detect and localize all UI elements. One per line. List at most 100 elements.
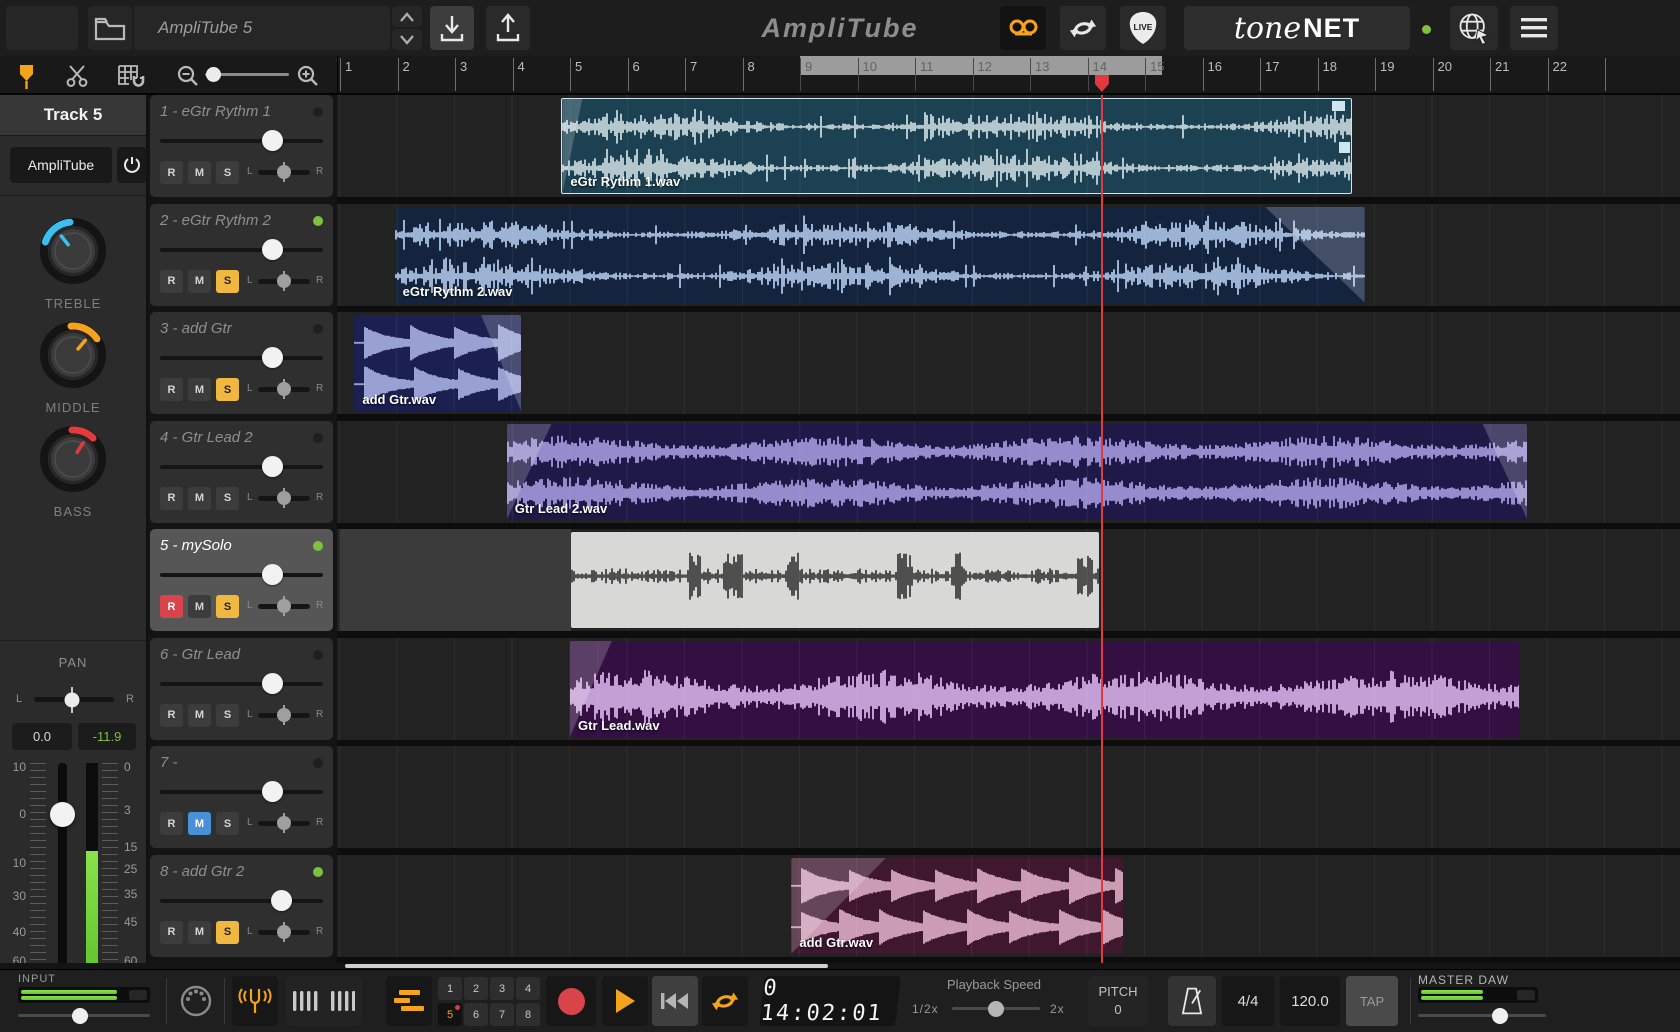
browser-toggle-button[interactable] bbox=[6, 6, 78, 50]
track-volume-slider[interactable] bbox=[160, 790, 323, 794]
track-record-arm-button[interactable]: R bbox=[160, 270, 183, 293]
audio-clip[interactable]: eGtr Rythm 1.wav bbox=[561, 98, 1352, 194]
preset-prev-button[interactable] bbox=[392, 6, 422, 27]
clip-loop-handle[interactable] bbox=[1332, 101, 1345, 111]
export-button[interactable] bbox=[486, 6, 530, 50]
import-button[interactable] bbox=[430, 6, 474, 50]
track-record-arm-button[interactable]: R bbox=[160, 812, 183, 835]
playhead-marker[interactable] bbox=[1095, 75, 1109, 92]
track-header-row[interactable]: 5 - mySolo R M S L R bbox=[150, 529, 333, 631]
tempo-button[interactable]: 120.0 bbox=[1280, 976, 1340, 1026]
track-select-cell[interactable]: 1 bbox=[438, 977, 462, 1000]
track-volume-knob[interactable] bbox=[271, 890, 292, 911]
track-header-row[interactable]: 7 - R M S L R bbox=[150, 746, 333, 848]
bass-knob[interactable]: BASS bbox=[0, 421, 146, 519]
zoom-in-button[interactable] bbox=[296, 64, 320, 93]
audio-clip[interactable]: add Gtr.wav bbox=[791, 858, 1123, 954]
track-solo-button[interactable]: S bbox=[216, 161, 239, 184]
track-mute-button[interactable]: M bbox=[188, 378, 211, 401]
plugin-power-button[interactable] bbox=[117, 147, 147, 183]
track-select-cell[interactable]: 8 bbox=[516, 1003, 540, 1026]
track-solo-button[interactable]: S bbox=[216, 487, 239, 510]
track-pan-knob[interactable] bbox=[277, 274, 291, 288]
input-level-slider-knob[interactable] bbox=[72, 1008, 88, 1024]
track-volume-slider[interactable] bbox=[160, 573, 323, 577]
tap-tempo-button[interactable]: TAP bbox=[1346, 976, 1398, 1026]
track-pan-knob[interactable] bbox=[277, 491, 291, 505]
amplitube-plugin-button[interactable]: AmpliTube bbox=[10, 147, 112, 183]
track-mute-button[interactable]: M bbox=[188, 270, 211, 293]
pan-slider-knob[interactable] bbox=[63, 687, 81, 713]
track-solo-button[interactable]: S bbox=[216, 704, 239, 727]
audio-clip[interactable]: Gtr Lead.wav bbox=[570, 641, 1519, 737]
audio-clip[interactable]: eGtr Rythm 2.wav bbox=[395, 207, 1365, 303]
timeline-lanes[interactable]: eGtr Rythm 1.wav eGtr Rythm 2.wav add Gt… bbox=[337, 95, 1680, 963]
track-mute-button[interactable]: M bbox=[188, 161, 211, 184]
track-volume-knob[interactable] bbox=[262, 781, 283, 802]
preset-name-field[interactable]: AmpliTube 5 bbox=[134, 6, 390, 50]
track-volume-knob[interactable] bbox=[262, 564, 283, 585]
rewind-button[interactable] bbox=[652, 976, 698, 1026]
audio-clip[interactable]: add Gtr.wav bbox=[354, 315, 521, 411]
playback-speed-knob[interactable] bbox=[988, 1001, 1004, 1017]
track-solo-button[interactable]: S bbox=[216, 812, 239, 835]
track-volume-slider[interactable] bbox=[160, 139, 323, 143]
split-tool-button[interactable] bbox=[64, 63, 90, 94]
live-mode-button[interactable]: LIVE bbox=[1120, 6, 1166, 50]
keyboard-view-button[interactable] bbox=[286, 976, 362, 1026]
audio-clip[interactable]: Gtr Lead 2.wav bbox=[507, 424, 1528, 520]
loop-playback-button[interactable] bbox=[702, 976, 748, 1026]
track-solo-button[interactable]: S bbox=[216, 595, 239, 618]
track-header-row[interactable]: 2 - eGtr Rythm 2 R M S L R bbox=[150, 204, 333, 306]
pan-value-display[interactable]: 0.0 bbox=[12, 723, 72, 750]
track-mute-button[interactable]: M bbox=[188, 812, 211, 835]
track-volume-slider[interactable] bbox=[160, 465, 323, 469]
track-select-cell[interactable]: 2 bbox=[464, 977, 488, 1000]
menu-button[interactable] bbox=[1510, 6, 1558, 50]
track-pan-knob[interactable] bbox=[277, 708, 291, 722]
track-record-arm-button[interactable]: R bbox=[160, 921, 183, 944]
track-pan-knob[interactable] bbox=[277, 816, 291, 830]
track-solo-button[interactable]: S bbox=[216, 270, 239, 293]
track-mute-button[interactable]: M bbox=[188, 595, 211, 618]
zoom-out-button[interactable] bbox=[176, 64, 200, 93]
track-select-cell[interactable]: 7 bbox=[490, 1003, 514, 1026]
track-volume-knob[interactable] bbox=[262, 456, 283, 477]
track-volume-slider[interactable] bbox=[160, 682, 323, 686]
track-solo-button[interactable]: S bbox=[216, 921, 239, 944]
midi-button[interactable] bbox=[178, 983, 214, 1024]
recorder-toggle-button[interactable] bbox=[1000, 6, 1046, 50]
level-value-display[interactable]: -11.9 bbox=[78, 723, 136, 750]
pitch-control[interactable]: PITCH 0 bbox=[1088, 976, 1148, 1026]
timeline-ruler[interactable]: 12345678910111213141516171819202122 bbox=[337, 56, 1680, 93]
track-record-arm-button[interactable]: R bbox=[160, 161, 183, 184]
treble-knob[interactable]: TREBLE bbox=[0, 213, 146, 311]
track-volume-knob[interactable] bbox=[262, 239, 283, 260]
track-volume-knob[interactable] bbox=[262, 347, 283, 368]
time-signature-button[interactable]: 4/4 bbox=[1222, 976, 1274, 1026]
master-volume-slider-knob[interactable] bbox=[1492, 1008, 1508, 1024]
volume-fader-knob[interactable] bbox=[50, 802, 75, 827]
track-volume-slider[interactable] bbox=[160, 356, 323, 360]
volume-fader[interactable] bbox=[58, 763, 67, 975]
network-button[interactable] bbox=[1450, 6, 1498, 50]
track-volume-knob[interactable] bbox=[262, 130, 283, 151]
metronome-button[interactable] bbox=[1168, 976, 1216, 1026]
track-record-arm-button[interactable]: R bbox=[160, 378, 183, 401]
play-button[interactable] bbox=[602, 976, 648, 1026]
track-header-row[interactable]: 6 - Gtr Lead R M S L R bbox=[150, 638, 333, 740]
horizontal-scrollbar-thumb[interactable] bbox=[345, 964, 828, 968]
marker-tool-button[interactable] bbox=[16, 62, 38, 95]
track-record-arm-button[interactable]: R bbox=[160, 595, 183, 618]
track-volume-slider[interactable] bbox=[160, 899, 323, 903]
track-solo-button[interactable]: S bbox=[216, 378, 239, 401]
track-pan-knob[interactable] bbox=[277, 599, 291, 613]
record-button[interactable] bbox=[546, 976, 596, 1026]
track-pan-knob[interactable] bbox=[277, 165, 291, 179]
looper-button[interactable] bbox=[1060, 6, 1106, 50]
track-header-row[interactable]: 4 - Gtr Lead 2 R M S L R bbox=[150, 421, 333, 523]
middle-knob[interactable]: MIDDLE bbox=[0, 317, 146, 415]
track-mute-button[interactable]: M bbox=[188, 487, 211, 510]
clip-resize-handle[interactable] bbox=[1339, 142, 1350, 153]
track-select-cell[interactable]: 5 bbox=[438, 1003, 462, 1026]
